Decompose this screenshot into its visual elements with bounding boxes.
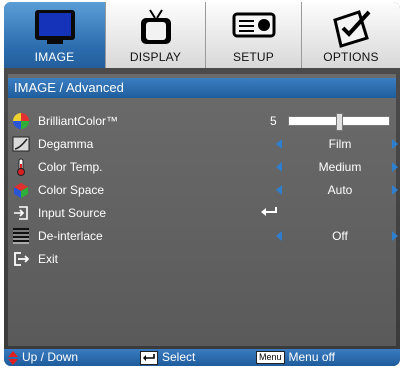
menu-item-input-source[interactable]: Input Source (8, 202, 396, 224)
color-wheel-icon (13, 113, 29, 129)
color-cube-icon (14, 183, 28, 198)
arrow-left-icon[interactable] (276, 162, 282, 172)
menu-item-brilliantcolor[interactable]: BrilliantColor™ 5 (8, 110, 396, 132)
slider-handle[interactable] (336, 113, 343, 131)
arrow-right-icon[interactable] (392, 185, 398, 195)
arrow-left-icon[interactable] (276, 231, 282, 241)
osd-menu: IMAGE DISPLAY SETUP OPTIONS IMAGE / Adva… (4, 2, 400, 366)
tv-icon (140, 9, 171, 44)
hint-label: Up / Down (22, 350, 79, 364)
arrow-right-icon[interactable] (392, 139, 398, 149)
arrow-left-icon[interactable] (276, 185, 282, 195)
tab-label: OPTIONS (323, 50, 379, 64)
hint-up-down: Up / Down (8, 349, 78, 366)
color-space-value: Auto (327, 183, 353, 197)
menu-item-deinterlace[interactable]: De-interlace Off (8, 225, 398, 247)
hint-menu-off: Menu Menu off (256, 349, 335, 366)
projector-icon (232, 12, 275, 38)
menu-item-label: Degamma (38, 137, 94, 151)
brilliantcolor-slider[interactable] (288, 113, 390, 131)
arrow-right-icon[interactable] (392, 231, 398, 241)
arrow-right-icon[interactable] (392, 162, 398, 172)
input-source-icon (14, 206, 28, 220)
tab-image[interactable]: IMAGE (4, 2, 106, 68)
degamma-value: Film (328, 137, 352, 151)
exit-icon (14, 252, 30, 266)
monitor-icon (34, 10, 75, 44)
advanced-panel: IMAGE / Advanced BrilliantColor™ 5 Degam… (8, 74, 398, 346)
tab-setup[interactable]: SETUP (206, 2, 302, 68)
menu-item-label: BrilliantColor™ (38, 114, 119, 128)
hint-select: Select (140, 349, 195, 366)
footer-hints: Up / Down Select Menu Menu off (4, 349, 400, 366)
menu-key-icon: Menu (256, 351, 285, 364)
menu-item-exit[interactable]: Exit (8, 248, 396, 270)
menu-item-label: Color Temp. (38, 160, 103, 174)
brilliantcolor-value: 5 (270, 114, 277, 128)
enter-icon[interactable] (260, 206, 278, 218)
deinterlace-value: Off (332, 229, 348, 243)
gamma-curve-icon (12, 136, 30, 152)
arrow-left-icon[interactable] (276, 139, 282, 149)
menu-item-degamma[interactable]: Degamma Film (8, 133, 398, 155)
deinterlace-icon (13, 228, 29, 244)
menu-item-label: Color Space (38, 183, 105, 197)
menu-item-label: Input Source (38, 206, 107, 220)
enter-key-icon (140, 350, 158, 365)
tab-label: IMAGE (34, 50, 75, 64)
menu-item-label: De-interlace (38, 229, 103, 243)
tab-display[interactable]: DISPLAY (106, 2, 206, 68)
menu-item-label: Exit (38, 252, 59, 266)
page-title: IMAGE / Advanced (8, 78, 396, 98)
tab-label: SETUP (232, 50, 274, 64)
tab-label: DISPLAY (129, 50, 182, 64)
up-down-arrows-icon (8, 350, 18, 365)
menu-item-color-temp[interactable]: Color Temp. Medium (8, 156, 398, 178)
hint-label: Select (162, 350, 196, 364)
thermometer-icon (17, 158, 25, 176)
tab-bar: IMAGE DISPLAY SETUP OPTIONS (4, 2, 400, 68)
hint-label: Menu off (288, 350, 335, 364)
color-temp-value: Medium (318, 160, 362, 174)
menu-item-color-space[interactable]: Color Space Auto (8, 179, 398, 201)
tab-options[interactable]: OPTIONS (302, 2, 400, 68)
pencil-paper-icon (333, 10, 371, 48)
